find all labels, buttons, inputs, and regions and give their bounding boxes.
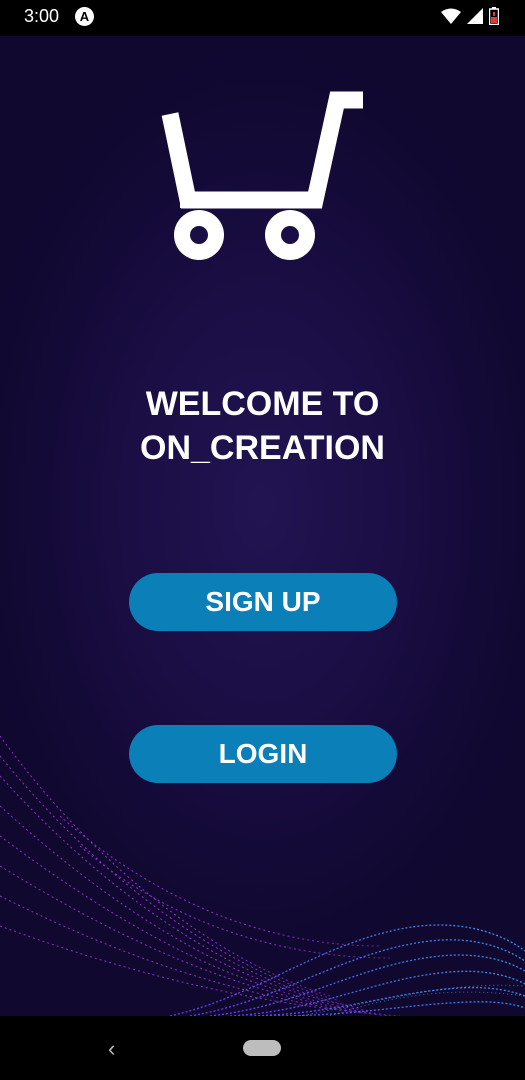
wifi-icon (441, 8, 461, 24)
signal-icon (467, 8, 483, 24)
decorative-wave (0, 735, 525, 1016)
welcome-line-1: WELCOME TO (145, 385, 380, 423)
status-icons (441, 7, 499, 25)
app-screen: WELCOME TO ON_CREATION SIGN UP LOGIN (0, 36, 525, 1016)
status-bar: 3:00 A (0, 0, 525, 36)
navigation-bar: ‹ (0, 1016, 525, 1080)
home-pill[interactable] (243, 1040, 281, 1056)
signup-button[interactable]: SIGN UP (129, 573, 397, 631)
welcome-heading: WELCOME TO ON_CREATION (0, 382, 525, 470)
welcome-line-2: ON_CREATION (140, 429, 385, 467)
status-time: 3:00 (24, 6, 60, 26)
back-icon[interactable]: ‹ (108, 1036, 115, 1062)
notification-a-icon: A (75, 7, 94, 26)
battery-icon (489, 7, 499, 25)
shopping-cart-icon (161, 91, 363, 260)
